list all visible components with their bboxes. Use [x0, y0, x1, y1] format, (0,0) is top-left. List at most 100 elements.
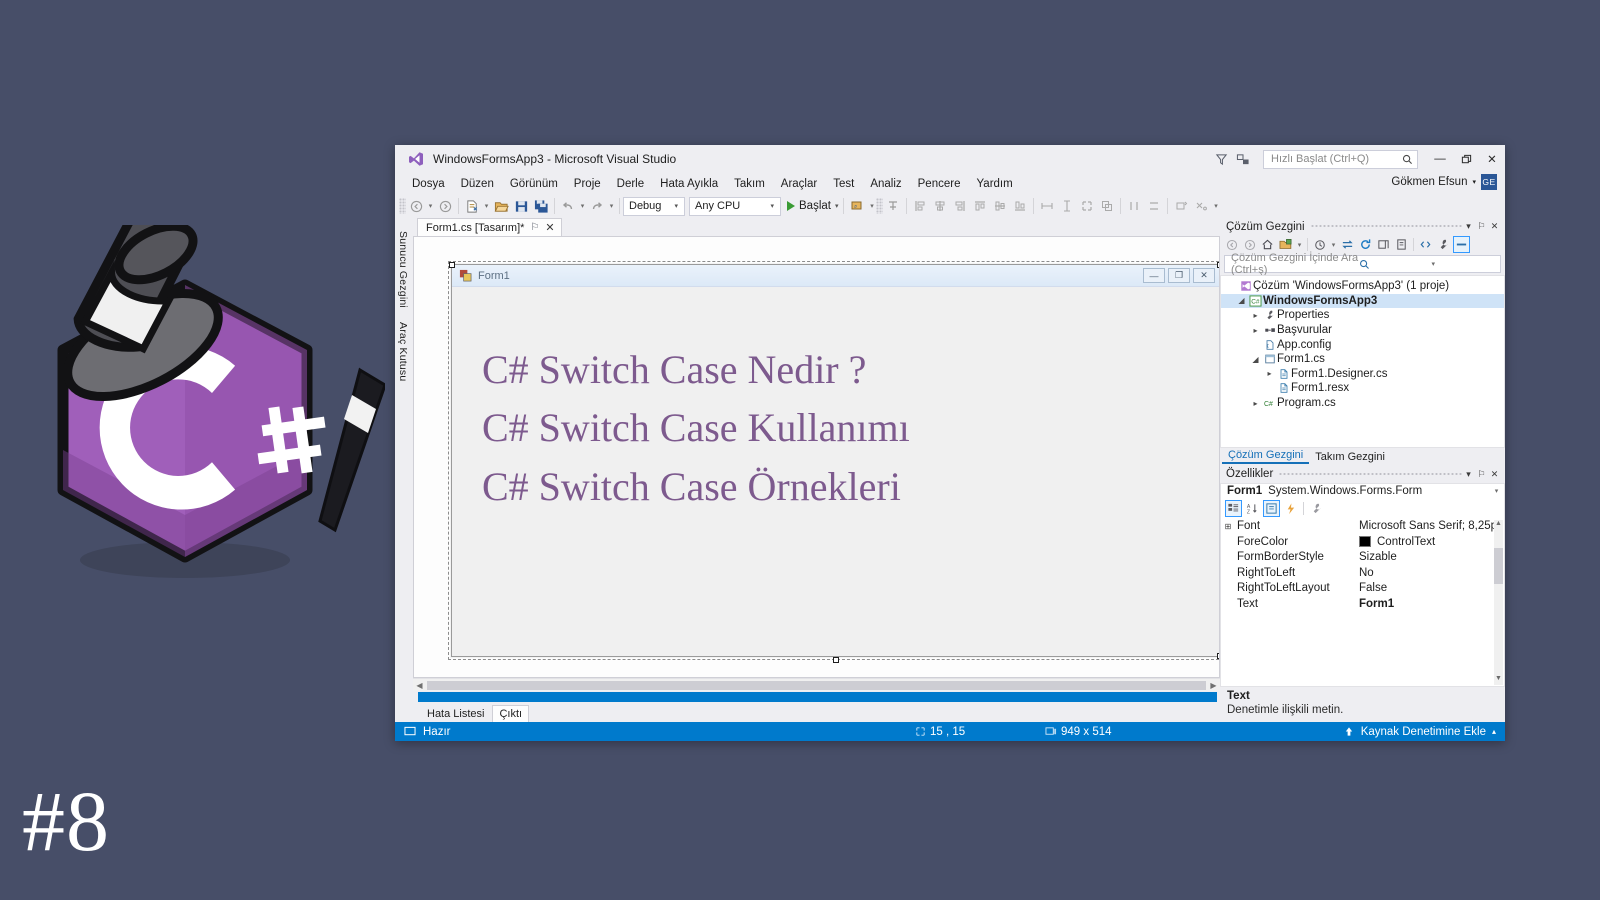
tree-item-form1-resx[interactable]: Form1.resx — [1221, 381, 1504, 396]
feedback-icon[interactable] — [1232, 148, 1254, 170]
property-value[interactable]: Form1 — [1359, 598, 1504, 610]
property-row-text[interactable]: Text Form1 — [1221, 596, 1504, 612]
winform-minimize-button[interactable]: — — [1143, 268, 1165, 283]
vertical-spacing-icon[interactable] — [1144, 196, 1164, 216]
se-search-dropdown-icon[interactable]: ▾ — [1370, 260, 1498, 268]
property-row-righttoleftlayout[interactable]: RightToLeftLayout False — [1221, 581, 1504, 597]
menu-item-pencere[interactable]: Pencere — [910, 177, 969, 191]
redo-icon[interactable] — [587, 196, 607, 216]
toolbar-grip[interactable] — [399, 198, 406, 214]
panel-pin-icon[interactable]: ⚐ — [1475, 469, 1488, 480]
forward-icon[interactable] — [1241, 236, 1258, 253]
output-pane-collapsed-bar[interactable] — [418, 692, 1217, 702]
toolbar-overflow-icon[interactable]: ▾ — [1211, 202, 1220, 210]
winform-maximize-button[interactable]: ❐ — [1168, 268, 1190, 283]
panel-close-icon[interactable]: ✕ — [1488, 221, 1501, 232]
properties-object-selector[interactable]: Form1 System.Windows.Forms.Form ▾ — [1220, 482, 1505, 499]
panel-dropdown-icon[interactable]: ▾ — [1462, 469, 1475, 480]
funnel-icon[interactable] — [1210, 148, 1232, 170]
twisty-collapsed[interactable]: ▸ — [1249, 399, 1262, 408]
quick-launch-input[interactable]: Hızlı Başlat (Ctrl+Q) — [1263, 149, 1418, 169]
designer-horizontal-scrollbar[interactable]: ◀ ▶ — [413, 678, 1220, 691]
label-switch-case-ornekleri[interactable]: C# Switch Case Örnekleri — [482, 458, 1219, 516]
property-value[interactable]: Sizable — [1359, 551, 1504, 563]
solution-tree[interactable]: Çözüm 'WindowsFormsApp3' (1 proje) ◢ C# … — [1220, 275, 1505, 448]
property-value[interactable]: Microsoft Sans Serif; 8,25pt — [1359, 520, 1504, 532]
backward-dropdown-icon[interactable]: ▾ — [426, 202, 435, 210]
tab-form1-designer[interactable]: Form1.cs [Tasarım]* ⚐ ✕ — [417, 218, 562, 236]
minimize-button[interactable]: — — [1427, 145, 1453, 173]
property-value[interactable]: No — [1359, 567, 1504, 579]
tree-item-form1-designer-cs[interactable]: ▸ Form1.Designer.cs — [1221, 367, 1504, 382]
save-all-icon[interactable] — [531, 196, 551, 216]
tree-item-form1-cs[interactable]: ◢ Form1.cs — [1221, 352, 1504, 367]
solution-explorer-search-input[interactable]: Çözüm Gezgini İçinde Ara (Ctrl+ş) ▾ — [1224, 252, 1501, 276]
tree-item-app-config[interactable]: App.config — [1221, 337, 1504, 352]
center-horizontally-icon[interactable] — [1171, 196, 1191, 216]
tree-item-references[interactable]: ▸ Başvurular — [1221, 323, 1504, 338]
menu-item-dosya[interactable]: Dosya — [404, 177, 453, 191]
tab-cozum-gezgini[interactable]: Çözüm Gezgini — [1222, 448, 1310, 464]
sidebar-item-sunucu-gezgini[interactable]: Sunucu Gezgini — [395, 224, 411, 315]
resize-handle-ne[interactable] — [1217, 262, 1219, 268]
size-to-grid-icon[interactable] — [1077, 196, 1097, 216]
label-switch-case-kullanimi[interactable]: C# Switch Case Kullanımı — [482, 399, 1219, 457]
tab-cikti[interactable]: Çıktı — [492, 705, 530, 723]
tree-item-properties[interactable]: ▸ Properties — [1221, 308, 1504, 323]
scroll-right-icon[interactable]: ▶ — [1207, 681, 1220, 690]
resize-handle-s[interactable] — [833, 657, 839, 663]
align-bottoms-icon[interactable] — [1010, 196, 1030, 216]
preview-selected-items-icon[interactable] — [1453, 236, 1470, 253]
open-file-icon[interactable] — [491, 196, 511, 216]
tree-item-solution[interactable]: Çözüm 'WindowsFormsApp3' (1 proje) — [1221, 279, 1504, 294]
chevron-down-icon[interactable]: ▾ — [1295, 241, 1304, 249]
panel-pin-icon[interactable]: ⚐ — [1475, 221, 1488, 232]
winform-preview[interactable]: Form1 — ❐ ✕ C# Switch Case Nedir ? C# Sw… — [448, 261, 1219, 663]
twisty-collapsed[interactable]: ▸ — [1263, 369, 1276, 378]
tab-order-dropdown-icon[interactable]: ▾ — [867, 202, 876, 210]
scroll-thumb[interactable] — [427, 680, 1206, 690]
make-same-height-icon[interactable] — [1057, 196, 1077, 216]
save-icon[interactable] — [511, 196, 531, 216]
properties-page-icon[interactable] — [1263, 500, 1280, 517]
winform-close-button[interactable]: ✕ — [1193, 268, 1215, 283]
twisty-collapsed[interactable]: ▸ — [1249, 326, 1262, 335]
redo-dropdown-icon[interactable]: ▾ — [607, 202, 616, 210]
properties-scrollbar[interactable]: ▲ ▼ — [1494, 519, 1503, 685]
twisty-collapsed[interactable]: ▸ — [1249, 311, 1262, 320]
history-icon[interactable] — [1311, 236, 1328, 253]
tab-hata-listesi[interactable]: Hata Listesi — [421, 706, 490, 722]
navigate-backward-icon[interactable] — [406, 196, 426, 216]
account-area[interactable]: Gökmen Efsun ▾ GE — [1391, 174, 1497, 190]
menu-item-proje[interactable]: Proje — [566, 177, 609, 191]
align-tops-icon[interactable] — [970, 196, 990, 216]
scroll-left-icon[interactable]: ◀ — [413, 681, 426, 690]
property-value[interactable]: False — [1359, 582, 1504, 594]
twisty-expanded[interactable]: ◢ — [1249, 355, 1262, 364]
property-row-font[interactable]: ⊞ Font Microsoft Sans Serif; 8,25pt — [1221, 519, 1504, 535]
close-icon[interactable]: ✕ — [545, 221, 554, 234]
resize-handle-nw[interactable] — [449, 262, 455, 268]
align-lefts-icon[interactable] — [910, 196, 930, 216]
navigate-forward-icon[interactable] — [435, 196, 455, 216]
menu-item-derle[interactable]: Derle — [609, 177, 652, 191]
start-debug-button[interactable]: Başlat ▾ — [785, 200, 840, 212]
property-pages-wrench-icon[interactable] — [1308, 500, 1325, 517]
categorized-icon[interactable] — [1225, 500, 1242, 517]
configuration-combo[interactable]: Debug ▾ — [623, 196, 685, 216]
menu-item-duzen[interactable]: Düzen — [453, 177, 502, 191]
bring-to-front-icon[interactable] — [1097, 196, 1117, 216]
menu-item-gorunum[interactable]: Görünüm — [502, 177, 566, 191]
twisty-expanded[interactable]: ◢ — [1235, 296, 1248, 305]
menu-item-yardim[interactable]: Yardım — [968, 177, 1020, 191]
home-icon[interactable] — [1259, 236, 1276, 253]
events-lightning-icon[interactable] — [1282, 500, 1299, 517]
scroll-up-icon[interactable]: ▲ — [1494, 520, 1503, 530]
scroll-thumb[interactable] — [1494, 547, 1503, 584]
collapse-all-icon[interactable] — [1375, 236, 1392, 253]
panel-dropdown-icon[interactable]: ▾ — [1462, 221, 1475, 232]
property-row-righttoleft[interactable]: RightToLeft No — [1221, 565, 1504, 581]
panel-close-icon[interactable]: ✕ — [1488, 469, 1501, 480]
panel-drag-dots[interactable] — [1310, 224, 1462, 229]
align-rights-icon[interactable] — [950, 196, 970, 216]
